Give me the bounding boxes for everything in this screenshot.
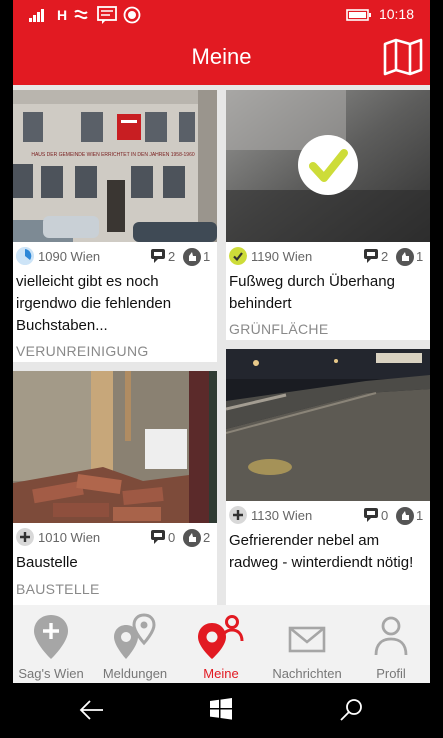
- page-title: Meine: [191, 44, 252, 69]
- report-location: 1010 Wien: [38, 530, 101, 545]
- comment-count: 2: [381, 249, 389, 264]
- vote-icon: [396, 507, 414, 525]
- nav-meine[interactable]: Meine: [183, 605, 259, 683]
- report-meta: 1190 Wien 2 1: [226, 245, 430, 269]
- comment-icon: [151, 530, 165, 544]
- check-overlay-icon: [298, 135, 358, 195]
- report-category: GRÜNFLÄCHE: [229, 321, 329, 337]
- report-photo: HAUS DER GEMEINDE WIEN ERRICHTET IN DEN …: [13, 90, 217, 242]
- bottom-navigation: Sag's Wien Meldungen Meine Nachrichten P…: [13, 605, 430, 683]
- map-icon[interactable]: [382, 38, 424, 76]
- system-navigation-bar: [13, 683, 430, 738]
- comment-count: 0: [381, 508, 389, 523]
- nav-label: Meine: [203, 666, 239, 681]
- report-photo: [226, 90, 430, 242]
- report-category: VERUNREINIGUNG: [16, 343, 149, 359]
- report-photo: [13, 371, 217, 523]
- back-icon[interactable]: [79, 697, 105, 723]
- vote-count: 1: [416, 508, 424, 523]
- comment-icon: [364, 249, 378, 263]
- photo-sign-text: HAUS DER GEMEINDE WIEN ERRICHTET IN DEN …: [31, 152, 194, 158]
- vote-count: 2: [203, 530, 211, 545]
- nav-sags-wien[interactable]: Sag's Wien: [13, 605, 89, 683]
- report-meta: 1010 Wien 0 2: [13, 526, 217, 550]
- message-icon: [97, 6, 117, 24]
- report-card[interactable]: 1130 Wien 0 1 Gefrierender nebel am radw…: [226, 349, 430, 605]
- comment-icon: [151, 249, 165, 263]
- report-location: 1130 Wien: [251, 508, 313, 523]
- clock-icon: [16, 247, 34, 265]
- plus-icon: [16, 528, 34, 546]
- windows-icon[interactable]: [209, 697, 233, 721]
- nav-label: Sag's Wien: [18, 666, 84, 681]
- search-icon[interactable]: [338, 697, 364, 723]
- report-category: BAUSTELLE: [16, 581, 100, 597]
- vote-icon: [183, 529, 201, 547]
- vote-icon: [183, 248, 201, 266]
- comment-count: 0: [168, 530, 176, 545]
- nav-profil[interactable]: Profil: [353, 605, 429, 683]
- reports-grid: HAUS DER GEMEINDE WIEN ERRICHTET IN DEN …: [13, 85, 430, 605]
- comment-icon: [364, 508, 378, 522]
- battery-icon: [346, 9, 371, 21]
- report-title: Gefrierender nebel am radweg - winterdie…: [229, 532, 414, 571]
- pin-person-icon: [198, 615, 244, 659]
- vote-count: 1: [416, 249, 424, 264]
- pins-icon: [114, 613, 156, 659]
- vote-icon: [396, 248, 414, 266]
- record-icon: [123, 6, 141, 24]
- wifi-direct-icon: [74, 9, 88, 20]
- report-location: 1090 Wien: [38, 249, 101, 264]
- report-card[interactable]: 1010 Wien 0 2 Baustelle BAUSTELLE: [13, 371, 217, 605]
- plus-icon: [229, 506, 247, 524]
- report-title: Fußweg durch Überhang behindert: [229, 273, 395, 312]
- report-title: vielleicht gibt es noch irgendwo die feh…: [16, 273, 172, 334]
- report-card[interactable]: 1190 Wien 2 1 Fußweg durch Überhang behi…: [226, 90, 430, 340]
- report-meta: 1090 Wien 2 1: [13, 245, 217, 269]
- clock: 10:18: [378, 6, 414, 22]
- signal-icon: [29, 8, 47, 22]
- check-icon: [229, 247, 247, 265]
- report-photo: [226, 349, 430, 501]
- person-icon: [374, 616, 408, 656]
- report-location: 1190 Wien: [251, 249, 313, 264]
- app-bar: Meine: [13, 30, 430, 85]
- nav-label: Nachrichten: [272, 666, 342, 681]
- nav-label: Profil: [376, 666, 406, 681]
- nav-label: Meldungen: [102, 666, 168, 681]
- nav-nachrichten[interactable]: Nachrichten: [269, 605, 345, 683]
- report-meta: 1130 Wien 0 1: [226, 504, 430, 528]
- envelope-icon: [288, 626, 326, 653]
- report-card[interactable]: HAUS DER GEMEINDE WIEN ERRICHTET IN DEN …: [13, 90, 217, 362]
- network-type: H: [57, 7, 68, 23]
- report-title: Baustelle: [16, 554, 78, 571]
- pin-plus-icon: [34, 615, 68, 659]
- app-screen: H 10:18 Meine HAUS DER GEMEINDE WIEN ERR…: [13, 0, 430, 738]
- vote-count: 1: [203, 249, 211, 264]
- comment-count: 2: [168, 249, 176, 264]
- nav-meldungen[interactable]: Meldungen: [97, 605, 173, 683]
- status-bar: H 10:18: [13, 0, 430, 30]
